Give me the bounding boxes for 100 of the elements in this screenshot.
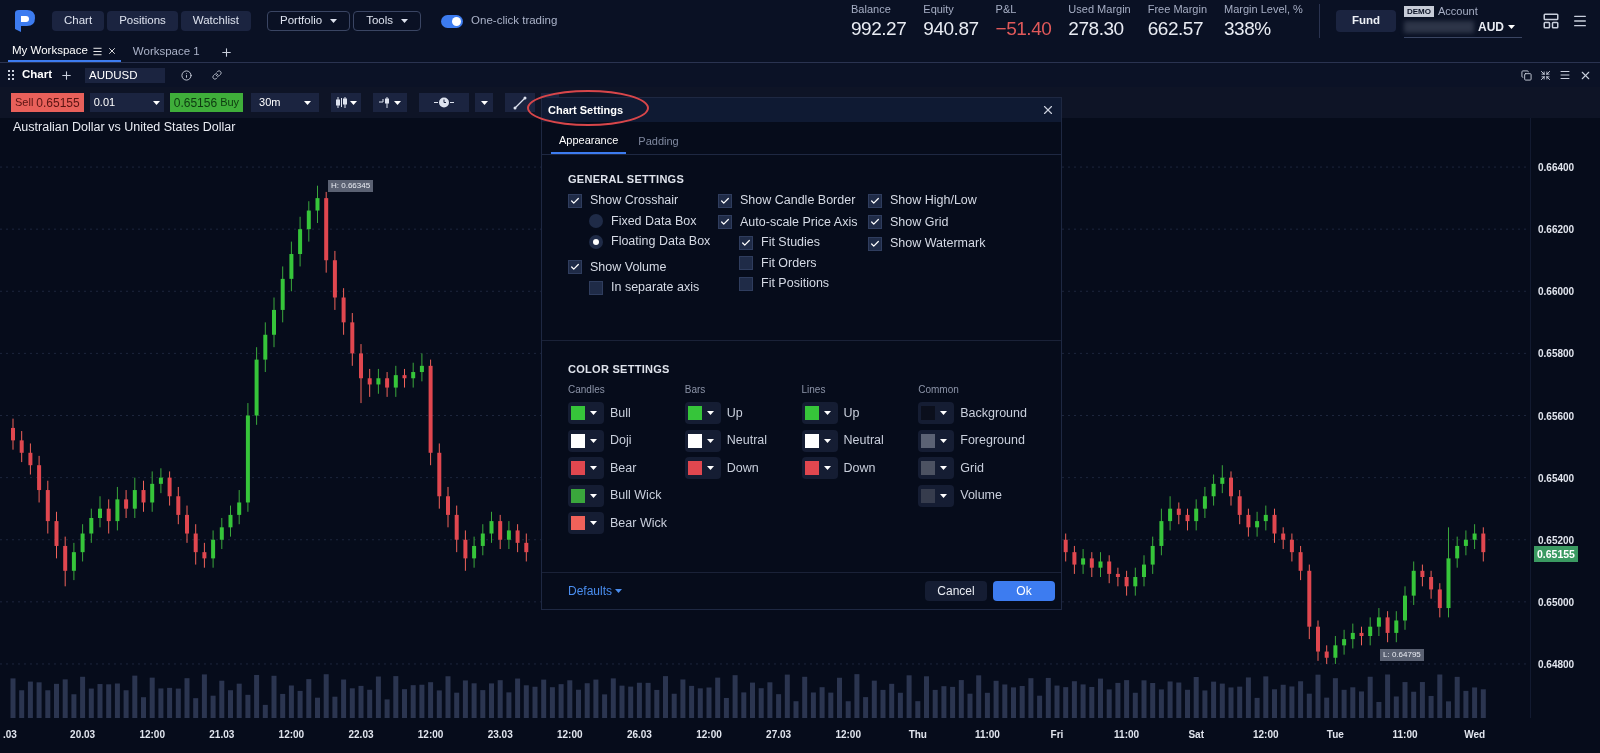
checkbox[interactable]	[868, 215, 882, 230]
nav-button[interactable]: Chart	[52, 11, 105, 31]
layout-icon[interactable]	[1542, 12, 1560, 30]
panel-title: Chart	[22, 67, 53, 83]
section-title: GENERAL SETTINGS	[568, 172, 686, 187]
candle	[515, 523, 520, 553]
checkbox[interactable]	[739, 276, 753, 291]
checkbox[interactable]	[718, 193, 732, 208]
color-picker[interactable]	[684, 429, 721, 452]
color-picker[interactable]	[918, 484, 955, 507]
check-icon	[720, 195, 730, 206]
menu-button[interactable]: Portfolio	[267, 11, 351, 31]
caret-icon	[349, 100, 357, 105]
account-select[interactable]: AUD	[1404, 17, 1522, 38]
line-tool-button[interactable]	[505, 93, 536, 112]
caret-icon	[940, 438, 948, 443]
candle	[472, 536, 477, 569]
grip-icon[interactable]	[8, 70, 14, 80]
quantity-field[interactable]: 0.01	[89, 93, 164, 112]
caret-icon	[706, 411, 714, 416]
color-picker[interactable]	[918, 429, 955, 452]
checkbox[interactable]	[718, 215, 732, 230]
add-tab-icon[interactable]	[219, 46, 233, 59]
color-picker[interactable]	[568, 512, 604, 535]
collapse-icon[interactable]	[1540, 69, 1551, 81]
checkbox[interactable]	[739, 256, 753, 271]
close-icon[interactable]	[1041, 103, 1055, 117]
menu-button[interactable]: Tools	[353, 11, 422, 31]
fund-button[interactable]: Fund	[1335, 10, 1396, 32]
checkbox[interactable]	[739, 235, 753, 250]
candle	[402, 368, 407, 389]
link-icon[interactable]	[212, 70, 223, 80]
time-tick: Thu	[907, 728, 928, 742]
group-title: Common	[918, 382, 960, 397]
color-picker[interactable]	[568, 402, 604, 425]
color-label: Bear Wick	[610, 514, 667, 532]
toggle-switch[interactable]	[441, 14, 464, 28]
clock-button[interactable]	[419, 93, 470, 112]
candle	[1098, 551, 1103, 578]
buy-button[interactable]: 0.65156 Buy	[169, 93, 244, 112]
time-tick: 27.03	[765, 728, 793, 742]
color-picker[interactable]	[918, 402, 955, 425]
symbol-field[interactable]: AUDUSD	[85, 67, 166, 83]
info-icon[interactable]	[181, 69, 193, 81]
radio-button[interactable]	[589, 234, 603, 249]
color-picker[interactable]	[801, 457, 838, 480]
time-tick: 11:00	[1113, 728, 1141, 742]
color-picker[interactable]	[801, 402, 838, 425]
candle	[1272, 508, 1277, 544]
sell-button[interactable]: Sell 0.65155	[11, 93, 84, 112]
caret-icon	[480, 100, 488, 105]
checkbox[interactable]	[868, 236, 882, 251]
radio-button[interactable]	[589, 214, 603, 229]
checkbox[interactable]	[568, 193, 582, 208]
candle	[272, 297, 276, 348]
group-title: Bars	[684, 382, 707, 397]
time-tick: 11:00	[1391, 728, 1419, 742]
option-label: Fixed Data Box	[611, 212, 697, 230]
chart-type-button[interactable]	[331, 93, 362, 112]
ok-button[interactable]: Ok	[993, 581, 1055, 601]
checkbox[interactable]	[568, 260, 582, 275]
candle	[1246, 508, 1251, 538]
caret-icon	[940, 493, 948, 498]
checkbox[interactable]	[589, 280, 603, 295]
caret-icon	[823, 438, 831, 443]
dropdown-button[interactable]	[475, 93, 494, 112]
color-picker[interactable]	[568, 484, 604, 507]
color-picker[interactable]	[568, 429, 604, 452]
candle	[1429, 570, 1434, 600]
color-picker[interactable]	[918, 457, 955, 480]
menu-icon[interactable]	[91, 45, 103, 57]
workspace-tab[interactable]: Workspace 1	[128, 42, 204, 62]
restore-icon[interactable]	[1521, 69, 1532, 81]
color-picker[interactable]	[801, 429, 838, 452]
candle	[80, 523, 85, 562]
menu-icon[interactable]	[1559, 69, 1571, 81]
defaults-button[interactable]: Defaults	[568, 582, 623, 600]
nav-button[interactable]: Watchlist	[180, 11, 252, 31]
nav-button[interactable]: Positions	[107, 11, 178, 31]
candle	[124, 489, 129, 519]
indicators-button[interactable]	[373, 93, 408, 112]
candle	[263, 321, 268, 373]
menu-icon[interactable]	[1572, 13, 1588, 29]
candle	[1316, 620, 1320, 662]
checkbox[interactable]	[868, 193, 882, 208]
logo-icon[interactable]	[12, 9, 36, 33]
candle	[1194, 498, 1199, 531]
color-picker[interactable]	[684, 402, 721, 425]
dialog-tab[interactable]: Appearance	[551, 128, 627, 154]
dialog-tab[interactable]: Padding	[630, 128, 687, 154]
add-icon[interactable]	[60, 68, 74, 82]
cancel-button[interactable]: Cancel	[925, 581, 987, 601]
color-picker[interactable]	[568, 457, 604, 480]
color-picker[interactable]	[684, 457, 721, 480]
candle	[1359, 626, 1364, 646]
price-tick: 0.65600	[1538, 409, 1575, 424]
candle	[1437, 582, 1442, 618]
candle	[306, 200, 311, 243]
timeframe-select[interactable]: 30m	[251, 93, 320, 112]
close-icon[interactable]	[106, 46, 117, 56]
